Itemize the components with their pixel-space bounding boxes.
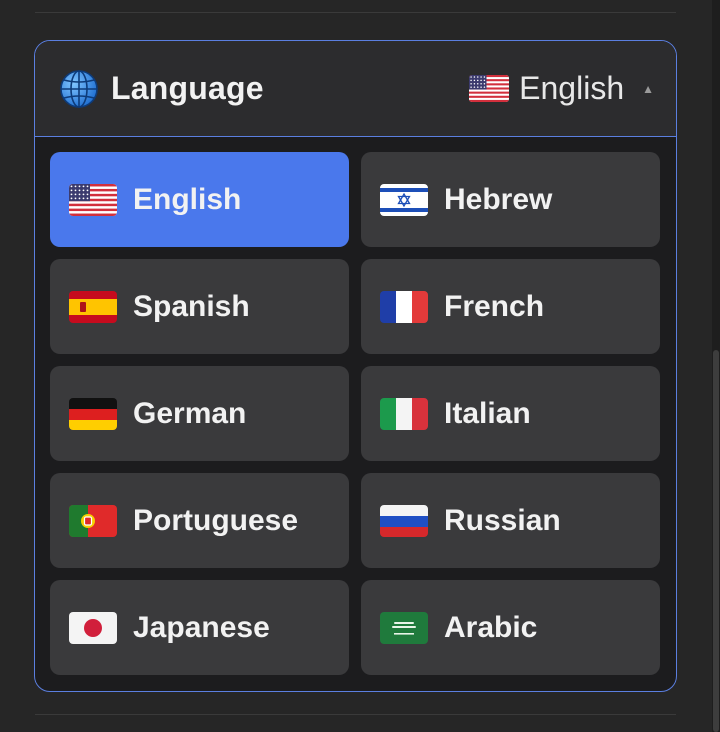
scrollbar-thumb[interactable] [713, 350, 719, 732]
language-option-japanese[interactable]: Japanese [50, 580, 349, 675]
flag-us-icon [69, 183, 117, 216]
flag-italy-icon [380, 397, 428, 430]
flag-russia-icon [380, 504, 428, 537]
language-option-label: Russian [444, 503, 561, 537]
flag-israel-icon [380, 183, 428, 216]
language-option-label: French [444, 289, 545, 323]
language-option-hebrew[interactable]: Hebrew [361, 152, 660, 247]
language-dropdown-header[interactable]: Language English ▲ [35, 41, 676, 137]
section-divider [35, 714, 676, 715]
language-option-label: Portuguese [133, 503, 299, 537]
caret-up-icon[interactable]: ▲ [642, 82, 654, 96]
flag-portugal-icon [69, 504, 117, 537]
flag-us-icon [469, 75, 510, 102]
flag-saudi-arabia-icon [380, 611, 428, 644]
flag-france-icon [380, 290, 428, 323]
section-divider [35, 12, 676, 13]
language-option-label: Italian [444, 396, 531, 430]
panel-title: Language [111, 70, 264, 106]
scrollbar-track[interactable] [712, 0, 720, 732]
language-option-italian[interactable]: Italian [361, 366, 660, 461]
language-option-russian[interactable]: Russian [361, 473, 660, 568]
language-option-french[interactable]: French [361, 259, 660, 354]
language-settings-page: Language English ▲ English Hebrew Spanish F… [0, 0, 720, 732]
language-option-label: German [133, 396, 247, 430]
language-option-portuguese[interactable]: Portuguese [50, 473, 349, 568]
current-language-label: English [519, 70, 625, 106]
language-option-label: Arabic [444, 610, 538, 644]
flag-spain-icon [69, 290, 117, 323]
language-option-arabic[interactable]: Arabic [361, 580, 660, 675]
language-option-german[interactable]: German [50, 366, 349, 461]
flag-japan-icon [69, 611, 117, 644]
language-option-label: Hebrew [444, 182, 553, 216]
language-option-english[interactable]: English [50, 152, 349, 247]
language-panel: Language English ▲ English Hebrew Spanish F… [34, 40, 677, 692]
language-option-label: Japanese [133, 610, 270, 644]
current-language[interactable]: English ▲ [469, 70, 654, 107]
language-grid: English Hebrew Spanish French German Italian P… [35, 137, 676, 675]
language-option-label: English [133, 182, 242, 216]
language-option-spanish[interactable]: Spanish [50, 259, 349, 354]
language-option-label: Spanish [133, 289, 250, 323]
globe-icon [60, 69, 98, 108]
flag-germany-icon [69, 397, 117, 430]
